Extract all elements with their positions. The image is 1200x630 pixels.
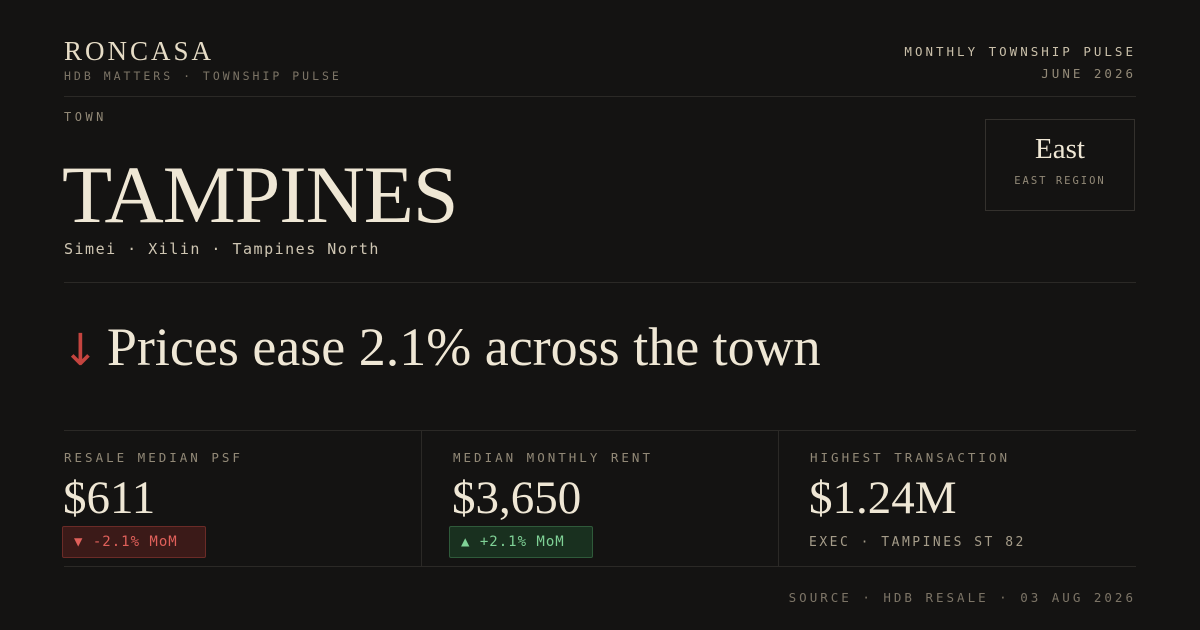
down-arrow-icon: ↓ — [62, 325, 99, 376]
stats-column-divider — [778, 430, 779, 566]
issue-title: MONTHLY TOWNSHIP PULSE — [904, 44, 1136, 59]
stat-value-highest-transaction: $1.24M — [809, 472, 957, 524]
issue-date: JUNE 2026 — [1041, 66, 1136, 81]
stats-column-divider — [421, 430, 422, 566]
stats-bottom-divider — [64, 566, 1136, 567]
neighbourhood-list: Simei · Xilin · Tampines North — [64, 240, 380, 258]
stats-top-divider — [64, 430, 1136, 431]
header-divider — [64, 96, 1136, 97]
source-note: SOURCE · HDB RESALE · 03 AUG 2026 — [788, 590, 1136, 605]
stat-label-resale-psf: RESALE MEDIAN PSF — [64, 450, 243, 465]
region-name: East — [1035, 133, 1085, 165]
headline: ↓ Prices ease 2.1% across the town — [62, 312, 821, 386]
change-badge-up: ▲ +2.1% MoM — [449, 526, 593, 558]
region-label: EAST REGION — [1014, 175, 1106, 187]
stat-label-monthly-rent: MEDIAN MONTHLY RENT — [453, 450, 653, 465]
stat-label-highest-transaction: HIGHEST TRANSACTION — [810, 450, 1010, 465]
change-badge-down: ▼ -2.1% MoM — [62, 526, 206, 558]
stat-value-resale-psf: $611 — [63, 472, 156, 524]
brand-name: RONCASA — [64, 36, 215, 66]
town-divider — [64, 282, 1136, 283]
town-name: TAMPINES — [62, 149, 458, 240]
town-label: TOWN — [64, 110, 107, 124]
brand-tagline: HDB MATTERS · TOWNSHIP PULSE — [64, 69, 342, 83]
transaction-note: EXEC · TAMPINES ST 82 — [809, 535, 1026, 550]
stat-value-monthly-rent: $3,650 — [452, 472, 582, 524]
region-card: East EAST REGION — [985, 119, 1135, 211]
headline-text: Prices ease 2.1% across the town — [106, 317, 821, 377]
